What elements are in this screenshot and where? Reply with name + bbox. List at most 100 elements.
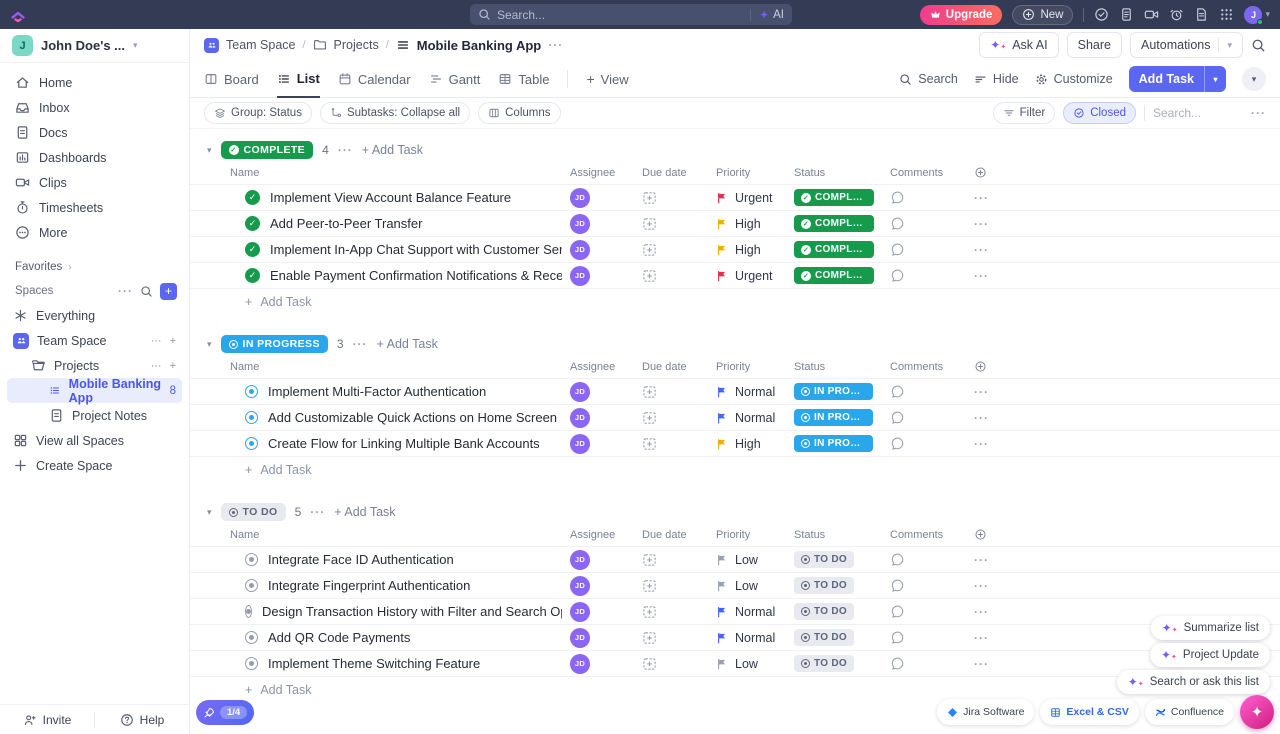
more-options-icon[interactable]: ···	[1251, 106, 1266, 120]
task-row[interactable]: ✓Add Peer-to-Peer TransferJDHigh✓COMPLET…	[190, 211, 1280, 237]
global-search-input[interactable]: Search... ✦AI	[470, 4, 792, 25]
priority-cell[interactable]: Normal	[708, 631, 786, 645]
task-row[interactable]: Add Customizable Quick Actions on Home S…	[190, 405, 1280, 431]
jira-software-button[interactable]: Jira Software	[937, 699, 1034, 725]
task-status-icon[interactable]	[245, 411, 258, 424]
assignee-cell[interactable]: JD	[562, 266, 634, 286]
comments-cell[interactable]	[882, 656, 966, 671]
add-space-button[interactable]: +	[160, 283, 177, 300]
customize-button[interactable]: Customize	[1035, 72, 1113, 86]
priority-cell[interactable]: Low	[708, 579, 786, 593]
assignee-cell[interactable]: JD	[562, 434, 634, 454]
task-status-icon[interactable]	[245, 385, 258, 398]
hide-button[interactable]: Hide	[974, 72, 1019, 86]
task-status-icon[interactable]	[245, 579, 258, 592]
column-header-assignee[interactable]: Assignee	[562, 529, 634, 541]
sidebar-item-timesheets[interactable]: Timesheets	[9, 195, 180, 220]
task-row[interactable]: Integrate Face ID AuthenticationJDLowTO …	[190, 547, 1280, 573]
row-more-icon[interactable]: ···	[966, 605, 1006, 619]
assignee-cell[interactable]: JD	[562, 654, 634, 674]
tab-table[interactable]: Table	[498, 61, 549, 97]
status-badge[interactable]: ✓COMPLETE	[794, 215, 874, 232]
apps-grid-icon[interactable]	[1219, 7, 1234, 22]
row-more-icon[interactable]: ···	[966, 191, 1006, 205]
search-tasks-button[interactable]: Search	[899, 72, 958, 86]
ai-button[interactable]: ✦AI	[750, 9, 784, 21]
status-cell[interactable]: IN PROGRESS	[786, 383, 882, 400]
account-menu[interactable]: J ▾	[1244, 6, 1270, 24]
status-cell[interactable]: TO DO	[786, 655, 882, 672]
automations-button[interactable]: Automations▾	[1130, 32, 1243, 58]
priority-cell[interactable]: Urgent	[708, 269, 786, 283]
collapse-toolbar-button[interactable]: ▾	[1242, 67, 1266, 91]
add-column-button[interactable]	[966, 360, 1006, 373]
confluence-button[interactable]: Confluence	[1145, 699, 1234, 725]
status-badge[interactable]: IN PROGRESS	[794, 409, 873, 426]
group-add-task-button[interactable]: + Add Task	[362, 143, 423, 157]
breadcrumb-more-icon[interactable]: ···	[548, 38, 563, 52]
status-cell[interactable]: TO DO	[786, 551, 882, 568]
group-status-badge[interactable]: ✓COMPLETE	[221, 141, 314, 159]
column-header-name[interactable]: Name	[190, 167, 562, 179]
comments-cell[interactable]	[882, 410, 966, 425]
task-status-icon[interactable]	[245, 553, 258, 566]
due-date-cell[interactable]	[634, 436, 708, 451]
column-header-assignee[interactable]: Assignee	[562, 361, 634, 373]
task-status-icon[interactable]: ✓	[245, 190, 260, 205]
sidebar-item-more[interactable]: More	[9, 220, 180, 245]
group-add-task-button[interactable]: + Add Task	[334, 505, 395, 519]
row-more-icon[interactable]: ···	[966, 411, 1006, 425]
priority-cell[interactable]: Low	[708, 553, 786, 567]
comments-cell[interactable]	[882, 552, 966, 567]
row-more-icon[interactable]: ···	[966, 385, 1006, 399]
excel-csv-button[interactable]: Excel & CSV	[1040, 699, 1138, 725]
subtasks-pill[interactable]: Subtasks: Collapse all	[320, 102, 470, 124]
column-header-comments[interactable]: Comments	[882, 529, 966, 541]
priority-cell[interactable]: Normal	[708, 605, 786, 619]
column-header-due-date[interactable]: Due date	[634, 529, 708, 541]
status-badge[interactable]: TO DO	[794, 629, 854, 646]
task-status-icon[interactable]: ✓	[245, 216, 260, 231]
comments-cell[interactable]	[882, 578, 966, 593]
due-date-cell[interactable]	[634, 578, 708, 593]
group-status-badge[interactable]: IN PROGRESS	[221, 335, 328, 353]
priority-cell[interactable]: High	[708, 217, 786, 231]
reminder-clock-icon[interactable]	[1169, 7, 1184, 22]
group-more-icon[interactable]: ···	[338, 143, 353, 157]
column-header-due-date[interactable]: Due date	[634, 361, 708, 373]
notepad-icon[interactable]	[1119, 7, 1134, 22]
row-more-icon[interactable]: ···	[966, 579, 1006, 593]
sidebar-item-dashboards[interactable]: Dashboards	[9, 145, 180, 170]
closed-pill[interactable]: Closed	[1063, 102, 1136, 124]
sidebar-item-project-notes[interactable]: Project Notes	[7, 403, 182, 428]
sidebar-item-projects[interactable]: Projects ···+	[7, 353, 182, 378]
task-row[interactable]: Integrate Fingerprint AuthenticationJDLo…	[190, 573, 1280, 599]
collapse-caret-icon[interactable]: ▾	[207, 145, 212, 156]
status-badge[interactable]: IN PROGRESS	[794, 435, 873, 452]
row-more-icon[interactable]: ···	[966, 553, 1006, 567]
task-row[interactable]: Create Flow for Linking Multiple Bank Ac…	[190, 431, 1280, 457]
assignee-cell[interactable]: JD	[562, 188, 634, 208]
assignee-cell[interactable]: JD	[562, 214, 634, 234]
assignee-cell[interactable]: JD	[562, 602, 634, 622]
status-cell[interactable]: ✓COMPLETE	[786, 267, 882, 284]
ai-assistant-fab[interactable]: ✦	[1240, 695, 1274, 729]
assignee-cell[interactable]: JD	[562, 628, 634, 648]
columns-pill[interactable]: Columns	[478, 102, 560, 124]
plus-icon[interactable]: +	[170, 335, 176, 347]
assignee-cell[interactable]: JD	[562, 240, 634, 260]
notes-doc-icon[interactable]	[1194, 7, 1209, 22]
sidebar-item-docs[interactable]: Docs	[9, 120, 180, 145]
status-cell[interactable]: IN PROGRESS	[786, 435, 882, 452]
filter-pill[interactable]: Filter	[993, 102, 1056, 124]
priority-cell[interactable]: Normal	[708, 385, 786, 399]
search-icon[interactable]	[1251, 38, 1266, 53]
due-date-cell[interactable]	[634, 242, 708, 257]
add-task-button[interactable]: Add Task ▾	[1129, 66, 1226, 92]
status-badge[interactable]: TO DO	[794, 551, 854, 568]
sidebar-item-view-all-spaces[interactable]: View all Spaces	[7, 428, 182, 453]
row-more-icon[interactable]: ···	[966, 631, 1006, 645]
add-task-dropdown[interactable]: ▾	[1204, 66, 1226, 92]
priority-cell[interactable]: Low	[708, 657, 786, 671]
column-header-priority[interactable]: Priority	[708, 361, 786, 373]
